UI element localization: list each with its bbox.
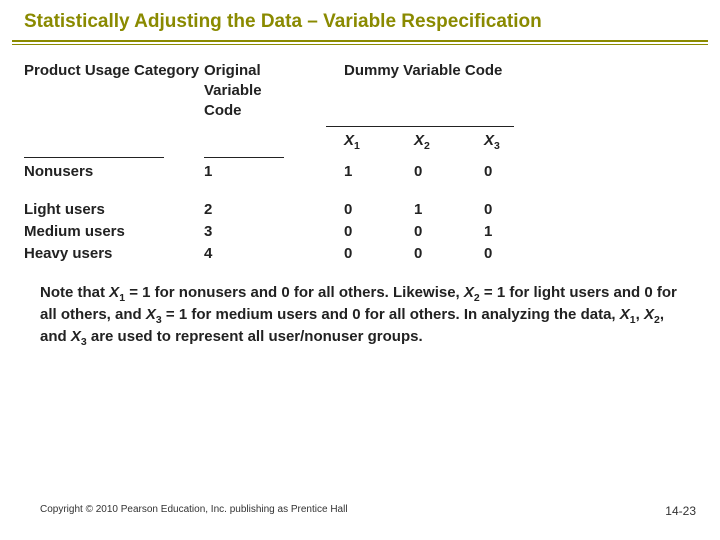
- col-product-underline: [24, 157, 164, 158]
- row-label: Medium users: [24, 222, 204, 242]
- cell-d1: 0: [344, 222, 414, 242]
- cell-orig: 2: [204, 200, 344, 220]
- cell-d2: 1: [414, 200, 484, 220]
- cell-d3: 1: [484, 222, 554, 242]
- cell-d2: 0: [414, 244, 484, 264]
- cell-orig: 1: [204, 162, 344, 182]
- row-label: Light users: [24, 200, 204, 220]
- dummy-header-underline: [326, 126, 514, 127]
- row-label: Nonusers: [24, 162, 204, 182]
- cell-d1: 0: [344, 200, 414, 220]
- cell-d2: 0: [414, 162, 484, 182]
- col-header-x1: X1: [344, 131, 414, 153]
- copyright-text: Copyright © 2010 Pearson Education, Inc.…: [40, 504, 348, 518]
- cell-d3: 0: [484, 200, 554, 220]
- cell-orig: 3: [204, 222, 344, 242]
- data-table: Product Usage Category Original Variable…: [24, 61, 696, 265]
- page-number: 14-23: [665, 504, 696, 518]
- cell-d1: 1: [344, 162, 414, 182]
- explanatory-note: Note that X1 = 1 for nonusers and 0 for …: [0, 265, 720, 350]
- col-header-x2: X2: [414, 131, 484, 153]
- cell-d1: 0: [344, 244, 414, 264]
- col-original-underline: [204, 157, 284, 158]
- col-header-original: Original Variable Code: [204, 61, 344, 122]
- cell-d3: 0: [484, 244, 554, 264]
- row-label: Heavy users: [24, 244, 204, 264]
- col-header-product: Product Usage Category: [24, 61, 204, 122]
- main-content: Product Usage Category Original Variable…: [0, 45, 720, 265]
- col-header-x3: X3: [484, 131, 554, 153]
- cell-d3: 0: [484, 162, 554, 182]
- col-header-dummy: Dummy Variable Code: [344, 61, 554, 122]
- cell-orig: 4: [204, 244, 344, 264]
- cell-d2: 0: [414, 222, 484, 242]
- page-title: Statistically Adjusting the Data – Varia…: [24, 10, 696, 34]
